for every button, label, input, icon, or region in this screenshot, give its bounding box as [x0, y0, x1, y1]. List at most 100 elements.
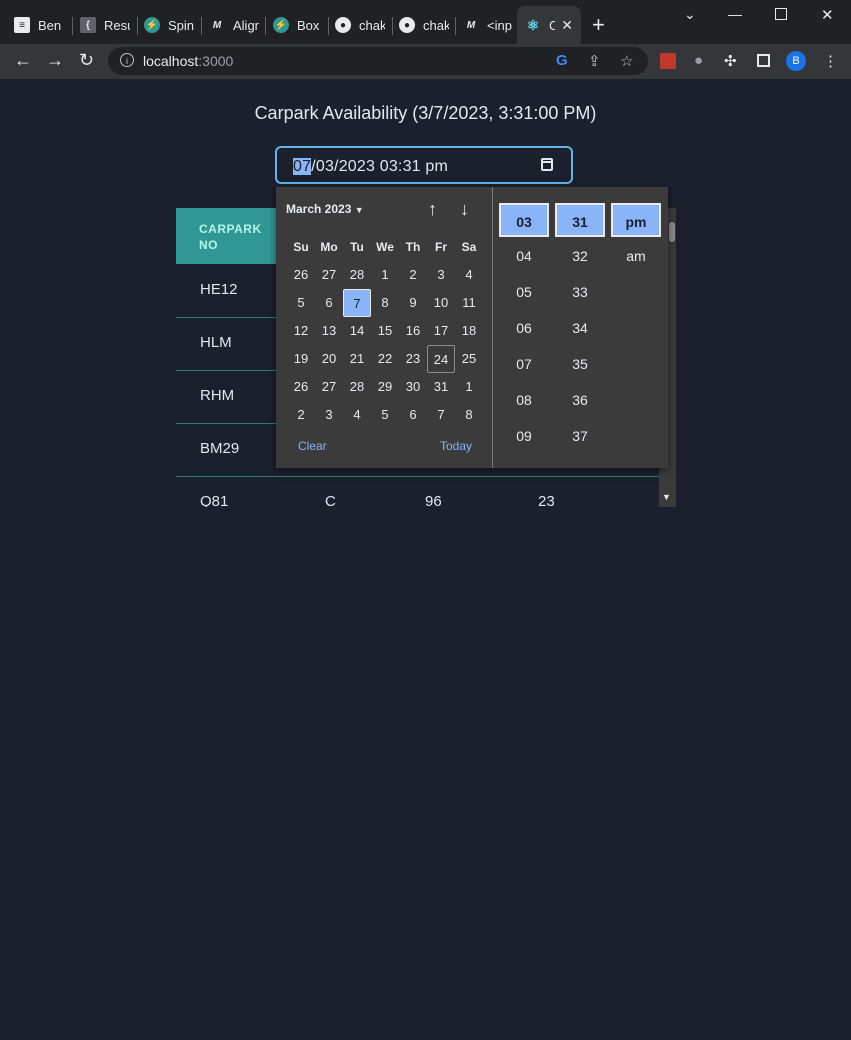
calendar-day[interactable]: 10	[427, 289, 455, 317]
info-icon[interactable]: i	[120, 53, 134, 67]
table-cell: BM29	[200, 440, 240, 457]
calendar-day[interactable]: 14	[343, 317, 371, 345]
minute-option[interactable]: 34	[555, 311, 605, 345]
forward-icon[interactable]: →	[46, 50, 64, 70]
today-button[interactable]: Today	[440, 439, 472, 453]
browser-tab[interactable]: ⚡ Spin	[144, 8, 194, 42]
calendar-day[interactable]: 6	[399, 401, 427, 429]
datetime-value[interactable]: /03/2023 03:31 pm	[311, 158, 448, 175]
browser-tab[interactable]: ≡ Ben	[14, 8, 64, 42]
calendar-day[interactable]: 1	[371, 261, 399, 289]
calendar-day[interactable]: 9	[399, 289, 427, 317]
hour-option[interactable]: 09	[499, 419, 549, 453]
calendar-day[interactable]: 27	[315, 373, 343, 401]
calendar-day[interactable]: 28	[343, 261, 371, 289]
calendar-day[interactable]: 11	[455, 289, 483, 317]
calendar-day[interactable]: 4	[455, 261, 483, 289]
calendar-day[interactable]: 20	[315, 345, 343, 373]
browser-tab[interactable]: M <inp	[463, 8, 513, 42]
hour-option[interactable]: 03	[499, 203, 549, 237]
calendar-day[interactable]: 3	[315, 401, 343, 429]
minimize-icon[interactable]: —	[728, 6, 742, 22]
weekday-header: Fr	[435, 240, 447, 254]
share-icon[interactable]: ⇪	[588, 52, 601, 70]
calendar-day[interactable]: 31	[427, 373, 455, 401]
calendar-day[interactable]: 17	[427, 317, 455, 345]
back-icon[interactable]: ←	[14, 50, 32, 70]
calendar-day[interactable]: 13	[315, 317, 343, 345]
calendar-day[interactable]: 5	[287, 289, 315, 317]
new-tab-icon[interactable]: +	[592, 14, 605, 36]
minute-option[interactable]: 37	[555, 419, 605, 453]
close-tab-icon[interactable]: ✕	[561, 17, 573, 34]
browser-tab-active[interactable]: ⚛ C ✕	[517, 6, 581, 44]
calendar-day[interactable]: 29	[371, 373, 399, 401]
meridiem-option[interactable]: pm	[611, 203, 661, 237]
calendar-day[interactable]: 3	[427, 261, 455, 289]
extension-icon[interactable]	[660, 53, 676, 69]
hour-option[interactable]: 08	[499, 383, 549, 417]
hour-option[interactable]: 06	[499, 311, 549, 345]
minute-option[interactable]: 36	[555, 383, 605, 417]
profile-avatar[interactable]: B	[786, 51, 806, 71]
next-month-arrow-icon[interactable]: ↓	[460, 200, 469, 218]
month-year-dropdown[interactable]: March 2023 ▼	[286, 202, 364, 216]
close-window-icon[interactable]: ✕	[821, 6, 834, 24]
google-icon[interactable]: G	[556, 52, 568, 69]
clear-button[interactable]: Clear	[298, 439, 327, 453]
puzzle-icon[interactable]: ✣	[724, 52, 737, 70]
calendar-day[interactable]: 8	[455, 401, 483, 429]
browser-tab[interactable]: ⚡ Box	[273, 8, 323, 42]
maximize-icon[interactable]	[775, 8, 787, 20]
hour-option[interactable]: 07	[499, 347, 549, 381]
calendar-day[interactable]: 23	[399, 345, 427, 373]
browser-tab[interactable]: ● chak	[399, 8, 449, 42]
calendar-day[interactable]: 19	[287, 345, 315, 373]
browser-tab[interactable]: M Align	[209, 8, 259, 42]
calendar-day[interactable]: 22	[371, 345, 399, 373]
calendar-day[interactable]: 30	[399, 373, 427, 401]
calendar-day[interactable]: 26	[287, 373, 315, 401]
calendar-day[interactable]: 4	[343, 401, 371, 429]
calendar-day[interactable]: 24	[427, 345, 455, 373]
calendar-day[interactable]: 16	[399, 317, 427, 345]
date-segment-day[interactable]: 07	[293, 158, 312, 175]
calendar-day[interactable]: 1	[455, 373, 483, 401]
calendar-day[interactable]: 5	[371, 401, 399, 429]
calendar-day[interactable]: 21	[343, 345, 371, 373]
datetime-input[interactable]: 07/03/2023 03:31 pm	[275, 146, 573, 184]
calendar-day[interactable]: 8	[371, 289, 399, 317]
hour-option[interactable]: 05	[499, 275, 549, 309]
scrollbar-thumb[interactable]	[669, 222, 675, 242]
address-bar[interactable]: i localhost:3000 G ⇪ ☆	[108, 47, 648, 75]
calendar-day-selected[interactable]: 7	[343, 289, 371, 317]
calendar-day[interactable]: 7	[427, 401, 455, 429]
browser-tab[interactable]: { Resu	[80, 8, 130, 42]
calendar-day[interactable]: 27	[315, 261, 343, 289]
minute-option[interactable]: 31	[555, 203, 605, 237]
calendar-day[interactable]: 12	[287, 317, 315, 345]
calendar-day[interactable]: 2	[399, 261, 427, 289]
calendar-day[interactable]: 28	[343, 373, 371, 401]
calendar-day[interactable]: 2	[287, 401, 315, 429]
menu-kebab-icon[interactable]: ⋮	[823, 52, 838, 70]
minute-option[interactable]: 32	[555, 239, 605, 273]
scroll-down-arrow-icon[interactable]: ▼	[662, 492, 671, 502]
hour-option[interactable]: 04	[499, 239, 549, 273]
calendar-icon[interactable]	[541, 158, 553, 171]
side-panel-icon[interactable]	[757, 54, 770, 67]
calendar-day[interactable]: 26	[287, 261, 315, 289]
tab-search-icon[interactable]: ⌄	[684, 6, 696, 23]
calendar-day[interactable]: 6	[315, 289, 343, 317]
minute-option[interactable]: 35	[555, 347, 605, 381]
prev-month-arrow-icon[interactable]: ↑	[428, 200, 437, 218]
calendar-day[interactable]: 15	[371, 317, 399, 345]
calendar-day[interactable]: 25	[455, 345, 483, 373]
extension-icon[interactable]: ●	[694, 52, 703, 69]
calendar-day[interactable]: 18	[455, 317, 483, 345]
reload-icon[interactable]: ↻	[79, 50, 94, 70]
bookmark-star-icon[interactable]: ☆	[620, 52, 633, 70]
minute-option[interactable]: 33	[555, 275, 605, 309]
meridiem-option[interactable]: am	[611, 239, 661, 273]
browser-tab[interactable]: ● chak	[335, 8, 385, 42]
